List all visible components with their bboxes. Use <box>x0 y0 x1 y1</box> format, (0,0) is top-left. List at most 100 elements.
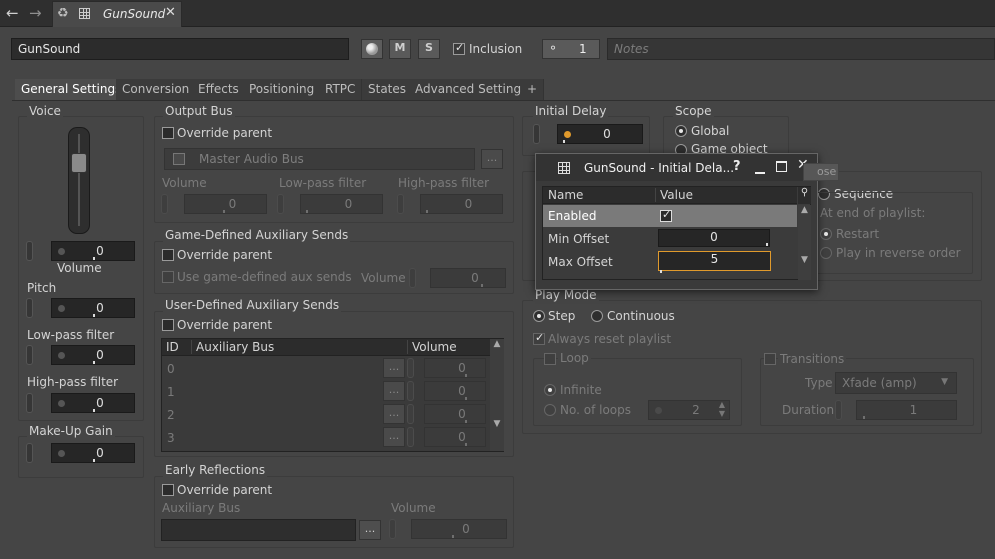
output-bus-name: Master Audio Bus <box>199 152 304 166</box>
no-loops-radio[interactable] <box>544 404 556 416</box>
forward-arrow-icon[interactable]: → <box>29 4 42 22</box>
help-icon[interactable]: ? <box>733 159 741 174</box>
er-volume-label: Volume <box>391 501 436 515</box>
hpf-slider[interactable]: 0 <box>51 393 135 413</box>
row-volume-knob[interactable] <box>407 381 414 401</box>
always-reset-checkbox[interactable] <box>533 331 545 345</box>
continuous-radio[interactable] <box>591 310 603 322</box>
lpf-slider[interactable]: 0 <box>51 345 135 365</box>
hpf-knob[interactable] <box>26 393 33 413</box>
duration-slider[interactable]: 1 <box>856 400 957 420</box>
inclusion-checkbox[interactable] <box>453 41 465 55</box>
output-override-checkbox[interactable] <box>162 127 174 139</box>
transitions-checkbox[interactable] <box>764 353 776 365</box>
er-aux-field[interactable] <box>161 519 356 541</box>
row-browse-button[interactable]: ... <box>383 404 405 424</box>
output-bus-browse-button[interactable]: ... <box>481 149 503 169</box>
makeup-gain-knob[interactable] <box>26 443 33 463</box>
output-lpf-slider[interactable]: 0 <box>300 194 383 214</box>
scope-global-label: Global <box>691 124 730 138</box>
minimize-icon[interactable] <box>755 172 765 174</box>
back-arrow-icon[interactable]: ← <box>6 4 19 22</box>
game-aux-override-checkbox[interactable] <box>162 249 174 261</box>
infinite-radio[interactable] <box>544 384 556 396</box>
tab-effects[interactable]: Effects <box>192 79 246 100</box>
type-dropdown[interactable]: Xfade (amp) ▼ <box>835 372 957 394</box>
row-volume-knob[interactable] <box>407 404 414 424</box>
output-hpf-knob[interactable] <box>397 194 404 214</box>
max-offset-field[interactable]: 5 <box>658 251 771 273</box>
lpf-value: 0 <box>96 348 104 362</box>
row-volume-slider[interactable]: 0 <box>424 427 486 447</box>
initial-delay-knob[interactable] <box>533 124 540 144</box>
step-radio[interactable] <box>533 310 545 322</box>
pitch-knob[interactable] <box>26 298 33 318</box>
mute-button[interactable]: M <box>389 39 411 59</box>
initial-delay-slider[interactable]: 0 <box>557 124 643 144</box>
table-scrollbar[interactable]: ▲ ▼ <box>490 339 504 451</box>
property-name: Max Offset <box>548 255 613 269</box>
restart-radio[interactable] <box>820 228 832 240</box>
tab-add[interactable]: + <box>521 79 545 100</box>
close-tooltip: ose <box>803 163 839 181</box>
no-loops-stepper[interactable]: 2 ▲ ▼ <box>648 400 730 420</box>
er-volume-knob[interactable] <box>389 519 396 539</box>
close-tab-icon[interactable]: ✕ <box>165 5 176 20</box>
volume-fader-track <box>78 134 80 226</box>
row-volume-knob[interactable] <box>407 358 414 378</box>
scope-global-radio[interactable] <box>675 125 687 137</box>
er-override-checkbox[interactable] <box>162 484 174 496</box>
maximize-icon[interactable] <box>776 161 787 172</box>
game-aux-volume-slider[interactable]: 0 <box>430 268 506 288</box>
output-bus-field[interactable]: Master Audio Bus <box>164 148 475 170</box>
notes-field[interactable]: Notes <box>607 38 995 60</box>
row-volume-slider[interactable]: 0 <box>424 381 486 401</box>
game-aux-volume-knob[interactable] <box>409 268 416 288</box>
scope-title: Scope <box>673 104 714 118</box>
game-aux-volume-value: 0 <box>471 271 479 285</box>
output-volume-slider[interactable]: 0 <box>184 194 267 214</box>
volume-knob[interactable] <box>26 241 33 261</box>
share-button[interactable]: ⚬ 1 <box>542 39 600 59</box>
grid-search-icon[interactable]: ⚲ <box>798 187 811 204</box>
makeup-gain-slider[interactable]: 0 <box>51 443 135 463</box>
lpf-knob[interactable] <box>26 345 33 365</box>
row-browse-button[interactable]: ... <box>383 381 405 401</box>
tab-general-settings[interactable]: General Settings <box>15 79 129 100</box>
volume-slider[interactable]: 0 <box>51 241 135 261</box>
output-volume-knob[interactable] <box>161 194 168 214</box>
user-aux-override-checkbox[interactable] <box>162 319 174 331</box>
row-browse-button[interactable]: ... <box>383 427 405 447</box>
chevron-down-icon: ▼ <box>941 377 948 387</box>
duration-knob[interactable] <box>835 400 842 420</box>
transitions-label: Transitions <box>778 352 847 366</box>
stepper-arrows-icon[interactable]: ▲ ▼ <box>719 400 725 418</box>
output-hpf-slider[interactable]: 0 <box>420 194 503 214</box>
name-field[interactable]: GunSound <box>11 38 349 60</box>
reverse-order-radio[interactable] <box>820 247 832 259</box>
er-volume-slider[interactable]: 0 <box>411 519 507 539</box>
min-offset-field[interactable]: 0 <box>658 229 770 247</box>
solo-button[interactable]: S <box>418 39 440 59</box>
color-palette-button[interactable] <box>361 39 383 59</box>
row-volume-knob[interactable] <box>407 427 414 447</box>
use-game-aux-checkbox[interactable] <box>162 271 174 283</box>
pitch-slider[interactable]: 0 <box>51 298 135 318</box>
volume-fader-handle[interactable] <box>71 153 87 173</box>
tab-conversion[interactable]: Conversion <box>116 79 197 100</box>
tab-positioning[interactable]: Positioning <box>243 79 322 100</box>
loop-checkbox[interactable] <box>544 353 556 365</box>
output-lpf-knob[interactable] <box>277 194 284 214</box>
tab-rtpc[interactable]: RTPC <box>319 79 363 100</box>
row-browse-button[interactable]: ... <box>383 358 405 378</box>
tab-states[interactable]: States <box>362 79 414 100</box>
popup-scrollbar[interactable]: ▲ ▼ <box>798 205 811 280</box>
enabled-checkbox[interactable] <box>660 208 672 222</box>
row-volume-slider[interactable]: 0 <box>424 358 486 378</box>
sync-icon[interactable]: ♻ <box>57 6 69 21</box>
er-browse-button[interactable]: ... <box>359 520 381 540</box>
tab-advanced-settings[interactable]: Advanced Settings <box>409 79 535 100</box>
row-volume-slider[interactable]: 0 <box>424 404 486 424</box>
editor-tab[interactable]: ♻ GunSound ✕ <box>52 1 182 27</box>
name-value: GunSound <box>18 42 81 56</box>
